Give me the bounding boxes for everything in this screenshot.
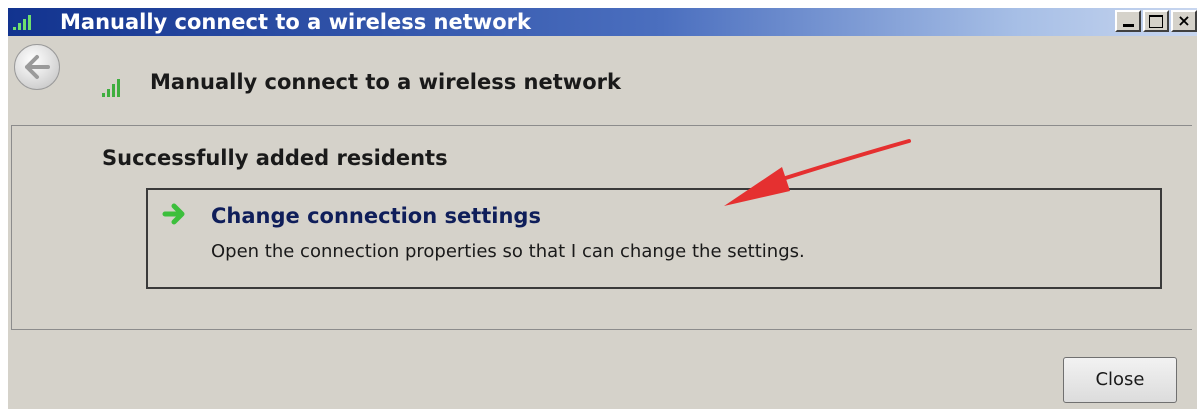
close-button[interactable]: Close — [1063, 357, 1177, 403]
back-arrow-icon — [25, 55, 50, 79]
red-arrow-annotation — [724, 139, 911, 206]
page-title: Manually connect to a wireless network — [150, 70, 621, 94]
dialog-window: Manually connect to a wireless network ×… — [8, 8, 1197, 409]
content-panel: Successfully added residents Change conn… — [11, 125, 1192, 330]
option-title: Change connection settings — [211, 204, 541, 228]
close-window-button[interactable]: × — [1171, 10, 1197, 32]
back-button[interactable] — [14, 44, 60, 90]
wireless-signal-icon — [102, 79, 120, 97]
title-bar[interactable]: Manually connect to a wireless network × — [8, 8, 1197, 36]
caption-buttons: × — [1115, 10, 1197, 32]
wireless-signal-icon — [13, 15, 31, 30]
minimize-button[interactable] — [1115, 10, 1141, 32]
maximize-button[interactable] — [1143, 10, 1169, 32]
window-title: Manually connect to a wireless network — [60, 10, 531, 34]
change-connection-settings-link[interactable]: Change connection settings Open the conn… — [146, 188, 1162, 289]
status-heading: Successfully added residents — [102, 146, 448, 170]
option-description: Open the connection properties so that I… — [211, 241, 805, 262]
green-arrow-icon — [162, 203, 185, 225]
